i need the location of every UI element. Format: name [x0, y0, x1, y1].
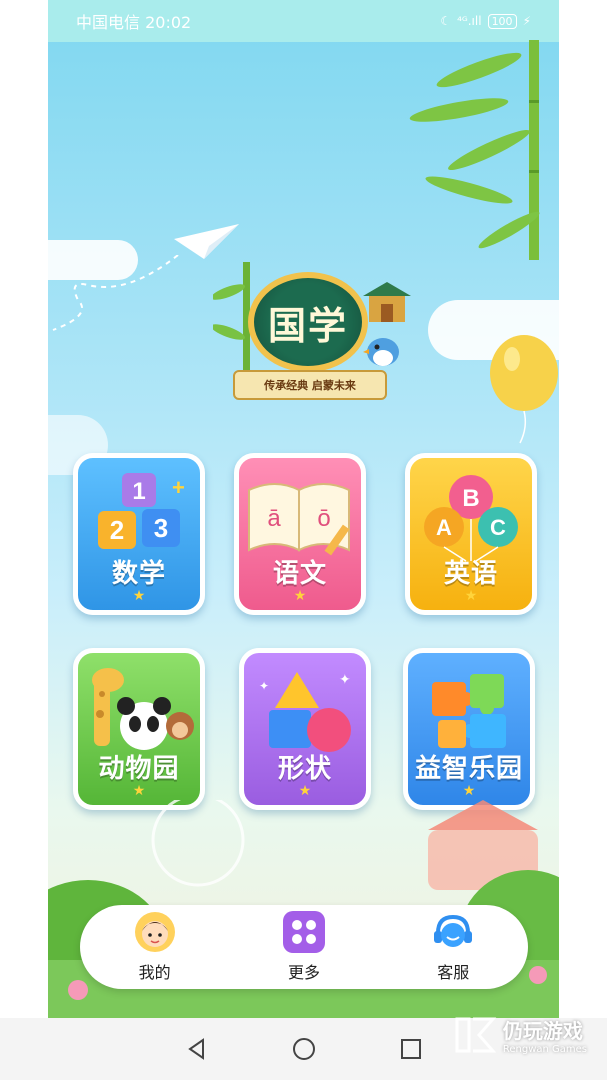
status-bar: 中国电信 20:02 ☾ ⁴ᴳ.ıll 100 ⚡ — [48, 0, 559, 42]
watermark-sub: Rengwan Games — [502, 1044, 587, 1055]
balloon-c: C — [490, 515, 506, 540]
puzzle-icon — [408, 663, 530, 761]
star-icon: ★ — [464, 588, 478, 604]
nav-item-service[interactable]: 客服 — [403, 911, 503, 983]
tile-shapes[interactable]: ✦ ✦ 形状 ★ — [239, 648, 371, 810]
signal-icon: ⁴ᴳ.ıll — [457, 14, 482, 28]
tile-puzzle[interactable]: 益智乐园 ★ — [403, 648, 535, 810]
tile-label: 益智乐园 — [414, 754, 523, 784]
tile-label: 动物园 — [98, 754, 180, 784]
watermark-name: 仍玩游戏 — [502, 1019, 583, 1043]
math-block-2: 2 — [110, 515, 124, 545]
tile-english[interactable]: B A C 英语 ★ — [405, 453, 537, 615]
plane-trail — [52, 255, 179, 331]
watermark-logo-icon — [455, 1017, 497, 1053]
back-icon[interactable] — [185, 1037, 209, 1061]
svg-text:+: + — [172, 475, 185, 500]
shapes-icon: ✦ ✦ — [244, 663, 366, 761]
guoxue-logo[interactable]: 国学 传承经典 启蒙未来 — [213, 252, 411, 412]
watermark: 仍玩游戏 Rengwan Games — [453, 1015, 587, 1055]
tile-zoo[interactable]: 动物园 ★ — [73, 648, 205, 810]
math-blocks-icon: 1 2 3 + — [78, 468, 200, 566]
logo-title: 国学 — [267, 302, 348, 348]
open-book-icon: ā ō — [239, 468, 361, 566]
logo-ribbon: 传承经典 启蒙未来 — [233, 370, 387, 400]
math-block-1: 1 — [132, 478, 145, 505]
tile-math[interactable]: 1 2 3 + 数学 ★ — [73, 453, 205, 615]
charging-icon: ⚡ — [522, 14, 531, 28]
star-icon: ★ — [298, 783, 312, 799]
star-icon: ★ — [293, 588, 307, 604]
star-icon: ★ — [132, 783, 146, 799]
bamboo-decoration — [409, 40, 540, 260]
star-icon: ★ — [132, 588, 146, 604]
home-icon[interactable] — [291, 1036, 317, 1062]
tile-label: 数学 — [111, 559, 166, 589]
math-block-3: 3 — [154, 513, 168, 543]
pavilion-icon — [363, 282, 411, 322]
balloon-b: B — [462, 485, 479, 512]
tile-chinese[interactable]: ā ō 语文 ★ — [234, 453, 366, 615]
balloon-a: A — [436, 515, 452, 540]
customer-service-icon — [434, 914, 473, 947]
abc-balloons-icon: B A C — [410, 468, 532, 566]
grid-menu-icon — [282, 911, 325, 953]
watermark-text: 仍玩游戏 Rengwan Games — [503, 1015, 587, 1055]
zoo-animals-icon — [78, 663, 200, 761]
tile-label: 形状 — [277, 754, 332, 784]
battery-icon: 100 — [487, 13, 517, 29]
avatar — [134, 912, 175, 952]
moon-icon: ☾ — [440, 14, 452, 28]
status-icons: ☾ ⁴ᴳ.ıll 100 ⚡ — [440, 13, 531, 29]
tile-label: 语文 — [272, 559, 327, 589]
logo-badge: 国学 — [248, 272, 368, 372]
nav-item-more[interactable]: 更多 — [254, 911, 354, 983]
star-icon: ★ — [462, 783, 476, 799]
recents-icon[interactable] — [399, 1037, 423, 1061]
bottom-nav: 我的 更多 客服 — [80, 905, 528, 989]
bird-icon — [363, 338, 399, 366]
nav-label: 我的 — [138, 963, 171, 982]
carrier-time: 中国电信 20:02 — [76, 13, 192, 32]
nav-label: 客服 — [437, 963, 470, 982]
app-screen: 中国电信 20:02 ☾ ⁴ᴳ.ıll 100 ⚡ 国学 传承经典 启蒙未来 1… — [48, 0, 559, 1080]
nav-label: 更多 — [287, 963, 320, 982]
svg-text:✦: ✦ — [259, 679, 269, 693]
tile-label: 英语 — [443, 559, 498, 589]
yellow-balloon-icon — [490, 335, 558, 444]
nav-item-mine[interactable]: 我的 — [105, 911, 205, 983]
pinyin-a: ā — [267, 505, 281, 532]
pinyin-o: ō — [317, 505, 330, 532]
svg-text:✦: ✦ — [339, 672, 351, 688]
